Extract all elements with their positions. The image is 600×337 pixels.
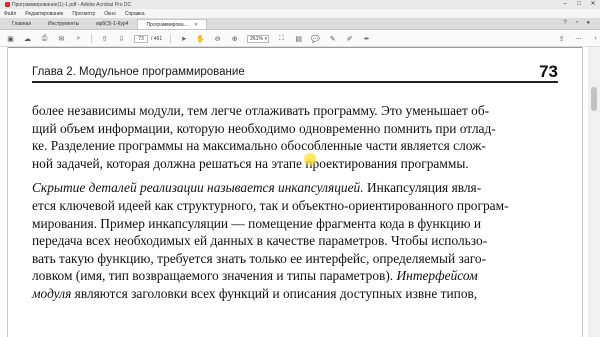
print-icon[interactable]: ⎙	[40, 34, 49, 43]
text-line: мирования. Пример инкапсуляции — помещен…	[32, 215, 482, 231]
tab-home[interactable]: Главная	[4, 19, 39, 29]
zoom-out-icon[interactable]: ⊖	[213, 34, 222, 43]
email-icon[interactable]: ✉	[57, 34, 66, 43]
menu-view[interactable]: Просмотр	[72, 11, 95, 17]
italic-phrase: модуля	[32, 285, 72, 301]
text-line: ется ключевой идеей как структурного, та…	[32, 197, 509, 213]
window-title: Программирование(1)-1.pdf - Adobe Acroba…	[12, 1, 132, 8]
tab-label: Инструменты	[48, 21, 80, 27]
menu-bar: Файл Редактирование Просмотр Окно Справк…	[0, 9, 600, 18]
text-line: Скрытие деталей реализации называется ин…	[32, 179, 558, 197]
maximize-icon[interactable]: □	[572, 0, 586, 9]
draw-icon[interactable]: ✐	[345, 34, 354, 43]
tab-label: Главная	[12, 21, 32, 27]
hand-tool-icon[interactable]: ✋	[196, 34, 205, 43]
text-fragment: являются заголовки всех функций и описан…	[71, 285, 478, 301]
page-total: / 461	[151, 35, 163, 42]
help-icon[interactable]: ?	[563, 20, 566, 26]
running-header: Глава 2. Модульное программирование 73	[32, 60, 558, 80]
text-fragment: ловком (имя, тип возвращаемого значения …	[32, 268, 397, 284]
zoom-level-select[interactable]: 261%	[247, 34, 270, 43]
zoom-in-icon[interactable]: ⊕	[230, 34, 239, 43]
vertical-scrollbar[interactable]	[588, 47, 600, 337]
tab-document-1[interactable]: мрб(3)-1-Кур4	[88, 19, 136, 29]
text-fragment: Инкапсуляция явля-	[363, 180, 482, 196]
select-cursor-icon[interactable]: ➤	[179, 34, 188, 43]
tab-label: мрб(3)-1-Кур4	[96, 21, 129, 27]
highlight-icon[interactable]: ✎	[328, 34, 337, 43]
acrobat-app-icon	[5, 2, 10, 7]
minimize-icon[interactable]: –	[558, 0, 572, 9]
close-icon[interactable]: ✕	[586, 0, 600, 9]
sign-icon[interactable]: ✒	[362, 34, 371, 43]
search-icon[interactable]: ⌕	[74, 34, 83, 43]
italic-phrase: Скрытие деталей реализации называется ин…	[32, 180, 364, 196]
menu-window[interactable]: Окно	[104, 11, 116, 17]
tab-label: Программирова...	[146, 22, 188, 28]
comment-icon[interactable]: 💬	[311, 34, 320, 43]
page-up-icon[interactable]: ⇧	[100, 34, 109, 43]
header-rule	[32, 81, 558, 83]
page-down-icon[interactable]: ⇩	[117, 34, 126, 43]
toolbar-divider	[91, 34, 92, 43]
scroll-mode-icon[interactable]: ▤	[294, 34, 303, 43]
text-line: ной задачей, которая должна решаться на …	[32, 155, 469, 171]
chapter-title: Глава 2. Модульное программирование	[32, 66, 245, 78]
text-line: вать такую функцию, требуется знать толь…	[32, 250, 487, 266]
save-icon[interactable]: ▣	[6, 34, 15, 43]
share-icon[interactable]: ⇪	[557, 34, 566, 43]
toolbar: ▣ ☁ ⎙ ✉ ⌕ ⇧ ⇩ 73 / 461 ➤ ✋ ⊖ ⊕ 261% ⛶ ▤ …	[0, 31, 600, 47]
text-line: передача всех необходимых ей данных в ка…	[32, 233, 488, 249]
account-icon[interactable]: ●	[586, 20, 590, 26]
bell-icon[interactable]: ◔	[575, 20, 579, 26]
more-tools-icon[interactable]: ⋯	[574, 34, 583, 43]
window-titlebar: Программирование(1)-1.pdf - Adobe Acroba…	[0, 0, 600, 9]
page-number-input[interactable]: 73	[134, 34, 148, 43]
page-top-border	[8, 47, 582, 48]
tab-bar: Главная Инструменты мрб(3)-1-Кур4 Програ…	[0, 18, 600, 30]
mouse-cursor-highlight	[303, 152, 317, 166]
page-body-text: более независимы модули, тем легче отлаж…	[32, 102, 558, 303]
menu-edit[interactable]: Редактирование	[25, 11, 63, 17]
tab-tools[interactable]: Инструменты	[40, 19, 87, 29]
page-edge	[7, 47, 8, 337]
text-line: более независимы модули, тем легче отлаж…	[32, 103, 490, 118]
cloud-upload-icon[interactable]: ☁	[23, 34, 32, 43]
collapse-pane-icon[interactable]: ›	[591, 34, 600, 43]
tab-document-2[interactable]: Программирова... ✕	[137, 19, 207, 29]
fit-page-icon[interactable]: ⛶	[277, 34, 286, 43]
text-line: щий объем информации, которую необходимо…	[32, 120, 496, 136]
italic-phrase: Интерфейсом	[396, 268, 478, 284]
page-edge	[582, 47, 583, 337]
menu-help[interactable]: Справка	[125, 11, 145, 17]
text-line: ке. Разделение программы на максимально …	[32, 138, 486, 154]
tab-close-icon[interactable]: ✕	[194, 22, 198, 28]
scrollbar-thumb[interactable]	[591, 87, 597, 111]
toolbar-divider	[170, 34, 172, 43]
page-number: 73	[539, 62, 558, 81]
menu-file[interactable]: Файл	[4, 11, 16, 17]
text-line: ловком (имя, тип возвращаемого значения …	[32, 267, 558, 285]
text-line: модуля являются заголовки всех функций и…	[32, 285, 558, 303]
